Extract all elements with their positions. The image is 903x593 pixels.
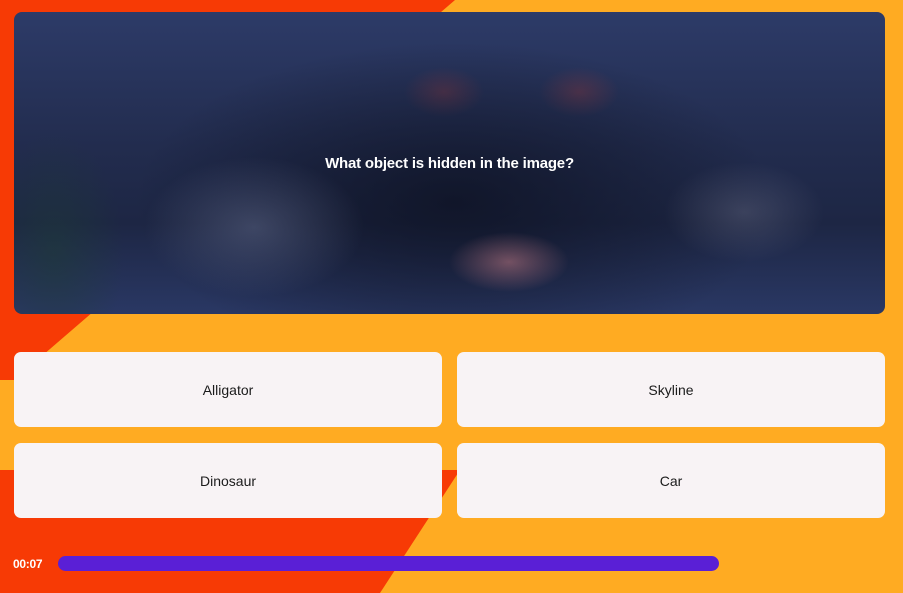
- answer-option-dinosaur[interactable]: Dinosaur: [14, 443, 442, 518]
- timer-progress-fill: [58, 556, 719, 571]
- answer-option-skyline[interactable]: Skyline: [457, 352, 885, 427]
- question-text: What object is hidden in the image?: [325, 155, 574, 172]
- timer-progress-bar: [58, 556, 719, 571]
- question-image-card: What object is hidden in the image?: [14, 12, 885, 314]
- answer-option-car[interactable]: Car: [457, 443, 885, 518]
- answer-option-alligator[interactable]: Alligator: [14, 352, 442, 427]
- timer-elapsed: 00:07: [13, 557, 43, 571]
